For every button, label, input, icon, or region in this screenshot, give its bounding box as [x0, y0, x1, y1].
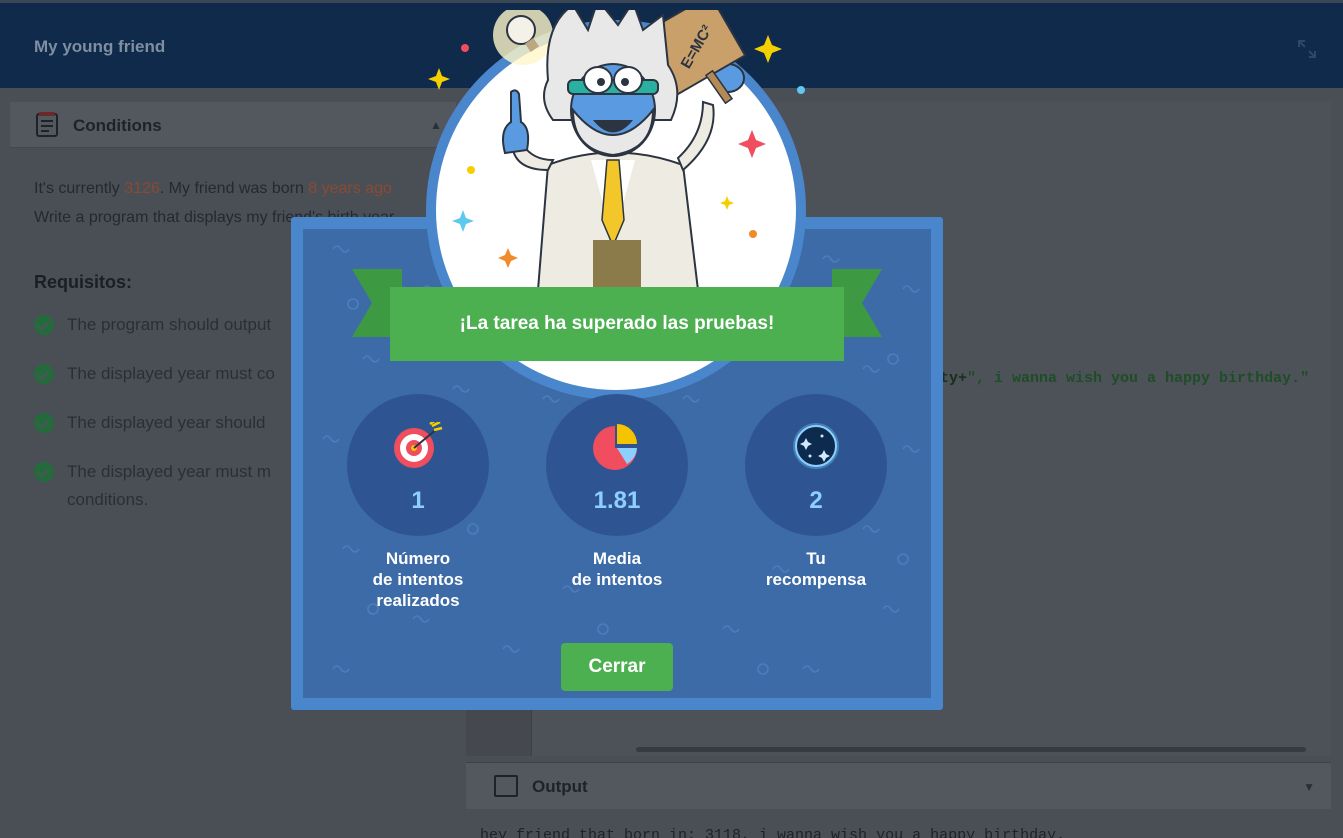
code-line[interactable]: ty+", i wanna wish you a happy birthday.…	[940, 370, 1309, 387]
horizontal-scrollbar[interactable]	[636, 747, 1306, 752]
condition-line-1: It's currently 3126. My friend was born …	[34, 180, 392, 197]
stat-reward-value: 2	[809, 487, 823, 514]
stat-average-value: 1.81	[593, 487, 641, 514]
success-banner-text: ¡La tarea ha superado las pruebas!	[390, 287, 844, 361]
pie-chart-icon	[593, 424, 637, 470]
age-text: 8 years ago	[308, 180, 392, 197]
conditions-header[interactable]: Conditions ▲	[10, 102, 456, 148]
output-header[interactable]: Output ▼	[466, 763, 1331, 809]
collapse-icon[interactable]: ▼	[1303, 780, 1315, 794]
task-title: My young friend	[34, 37, 166, 56]
check-icon	[34, 315, 54, 335]
output-label: Output	[532, 777, 588, 796]
close-button[interactable]: Cerrar	[561, 643, 673, 691]
stat-average: 1.81 Media de intentos	[546, 394, 688, 590]
check-icon	[34, 364, 54, 384]
stat-reward: 2 Tu recompensa	[745, 394, 887, 590]
target-icon	[394, 422, 443, 468]
stat-attempts-value: 1	[411, 487, 425, 514]
expand-icon[interactable]	[1297, 39, 1317, 59]
check-icon	[34, 413, 54, 433]
stat-average-caption: Media de intentos	[571, 549, 663, 589]
output-text: hey friend that born in: 3118, i wanna w…	[480, 827, 1066, 838]
stat-attempts: 1 Número de intentos realizados	[347, 394, 489, 611]
conditions-label: Conditions	[73, 116, 162, 135]
dark-matter-icon	[793, 423, 839, 469]
stat-attempts-caption: Número de intentos realizados	[372, 549, 464, 610]
check-icon	[34, 462, 54, 482]
success-ribbon: ¡La tarea ha superado las pruebas!	[352, 269, 882, 363]
output-panel: Output ▼ hey friend that born in: 3118, …	[466, 762, 1331, 838]
stat-reward-caption: Tu recompensa	[765, 549, 867, 589]
terminal-icon	[494, 775, 518, 797]
checklist-icon	[36, 112, 58, 137]
current-year: 3126	[124, 180, 160, 197]
